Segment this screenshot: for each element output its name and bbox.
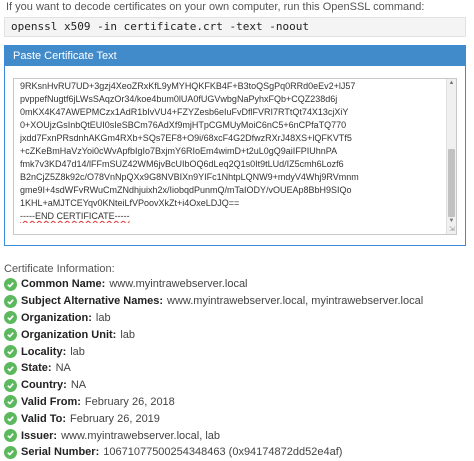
field-value: NA (55, 362, 71, 375)
info-row-common-name: Common Name: www.myintrawebserver.local (4, 276, 470, 293)
field-value: lab (95, 311, 111, 324)
cert-line: jxdd7FxnPRsdnhAKGm4RXb+SQs7EF8+O9i/68xcF… (20, 133, 352, 143)
check-circle-icon (4, 277, 17, 291)
field-label: Subject Alternative Names: (21, 295, 164, 308)
check-circle-icon (4, 445, 17, 459)
field-value: lab (70, 345, 85, 358)
paste-certificate-panel: Paste Certificate Text 9RKsnHvRU7UD+3gzj… (4, 45, 466, 246)
check-circle-icon (4, 311, 17, 325)
field-value: www.myintrawebserver.local (109, 278, 248, 291)
resize-handle-icon[interactable]: ⇲ (449, 226, 455, 233)
info-row-serial-number: Serial Number: 10671077500254348463 (0x9… (4, 444, 470, 461)
check-circle-icon (4, 395, 17, 409)
textarea-scrollbar[interactable]: ▲ ▼ (446, 79, 456, 234)
scrollbar-thumb[interactable] (448, 149, 455, 217)
field-value: February 26, 2018 (84, 395, 175, 408)
check-circle-icon (4, 429, 17, 443)
info-row-locality: Locality: lab (4, 343, 470, 360)
cert-line: fmk7v3KD47d14/lFFmSUZ42WM6jvBcUIbOQ6dLeq… (20, 159, 344, 169)
cert-line: +cZKeBmHaVzYoi0cWvApfbIgIo7BxjmY6RIoEm4w… (20, 146, 338, 156)
certificate-text: 9RKsnHvRU7UD+3gzj4XeoZRxKfL9yMYHQKFKB4F+… (20, 80, 442, 223)
scroll-up-icon[interactable]: ▲ (447, 79, 456, 88)
certificate-info-title: Certificate Information: (4, 263, 115, 275)
field-label: Common Name: (21, 278, 106, 291)
info-row-organization: Organization: lab (4, 310, 470, 327)
field-label: Country: (21, 379, 67, 392)
field-label: Organization: (21, 311, 92, 324)
cert-line: B2nCjZ5Z8k92c/O78VnNpQXx9G8NVBIXn9YIFc1N… (20, 172, 359, 182)
field-label: Locality: (21, 345, 67, 358)
scroll-down-icon[interactable]: ▼ (447, 217, 456, 226)
info-row-country: Country: NA (4, 377, 470, 394)
intro-text: If you want to decode certificates on yo… (6, 1, 425, 13)
field-value: 10671077500254348463 (0x94174872dd52e4af… (103, 446, 343, 459)
check-circle-icon (4, 378, 17, 392)
field-value: lab (120, 328, 136, 341)
field-label: State: (21, 362, 52, 375)
certificate-info-list: Common Name: www.myintrawebserver.local … (4, 276, 470, 461)
field-label: Organization Unit: (21, 328, 117, 341)
field-value: February 26, 2019 (70, 412, 160, 425)
cert-line: pvppefNugtf6jLWsSAqzOr34/koe4bum0lUA0fUG… (20, 94, 338, 104)
field-label: Valid To: (21, 412, 67, 425)
cert-end-line: -----END CERTIFICATE----- (20, 211, 130, 221)
info-row-organization-unit: Organization Unit: lab (4, 326, 470, 343)
info-row-valid-from: Valid From: February 26, 2018 (4, 394, 470, 411)
cert-line: 1KHL+aMJTCEYqv0KNteiLfVPoovXkZt+i4OxeLDJ… (20, 198, 240, 208)
panel-title: Paste Certificate Text (5, 46, 465, 66)
field-value: www.myintrawebserver.local, myintrawebse… (167, 295, 424, 308)
info-row-san: Subject Alternative Names: www.myintrawe… (4, 293, 470, 310)
info-row-valid-to: Valid To: February 26, 2019 (4, 410, 470, 427)
field-label: Serial Number: (21, 446, 100, 459)
info-row-state: State: NA (4, 360, 470, 377)
cert-line: gme9I+4sdWFvRWuCmZNdhjuixh2x/IiobqdPunmQ… (20, 185, 352, 195)
cert-line: 0+XOUjzGsInbQtEUI0sIeSBCm76AdXf9mjHTpCGM… (20, 120, 347, 130)
check-circle-icon (4, 412, 17, 426)
field-value: NA (70, 379, 87, 392)
field-value: www.myintrawebserver.local, lab (61, 429, 221, 442)
openssl-command: openssl x509 -in certificate.crt -text -… (4, 17, 466, 37)
cert-line: 9RKsnHvRU7UD+3gzj4XeoZRxKfL9yMYHQKFKB4F+… (20, 81, 356, 91)
check-circle-icon (4, 345, 17, 359)
check-circle-icon (4, 361, 17, 375)
check-circle-icon (4, 294, 17, 308)
info-row-issuer: Issuer: www.myintrawebserver.local, lab (4, 427, 470, 444)
field-label: Issuer: (21, 429, 58, 442)
check-circle-icon (4, 328, 17, 342)
cert-line: 0mKX4K47AWEPMCzx1AdR1bIvVU4+FZYZesb6eIuF… (20, 107, 349, 117)
certificate-textarea[interactable]: 9RKsnHvRU7UD+3gzj4XeoZRxKfL9yMYHQKFKB4F+… (13, 78, 457, 235)
field-label: Valid From: (21, 395, 81, 408)
